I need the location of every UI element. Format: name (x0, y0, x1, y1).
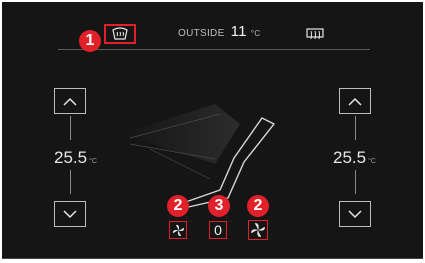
fan-icon (172, 224, 184, 236)
left-slider-line-bottom (70, 170, 71, 194)
rear-defrost-button[interactable] (304, 26, 326, 42)
callout-badge-fan-level: 3 (208, 195, 230, 217)
right-slider-line-bottom (355, 170, 356, 194)
right-temp-down-button[interactable] (339, 201, 371, 227)
right-temp-up-button[interactable] (339, 88, 371, 114)
callout-badge-right-fan: 2 (247, 195, 269, 217)
outside-value: 11 (230, 23, 247, 40)
left-temp-unit: °C (89, 158, 97, 165)
rear-defrost-icon (306, 28, 324, 40)
chevron-down-icon (63, 209, 77, 218)
right-slider-line-top (355, 116, 356, 140)
right-temp-unit: °C (368, 158, 376, 165)
callout-badge-front-defrost: 1 (79, 30, 101, 52)
top-bar: OUTSIDE 11 °C (58, 20, 370, 50)
chevron-up-icon (63, 97, 77, 106)
left-temp-value: 25.5 (54, 148, 88, 167)
fan-increase-button[interactable] (248, 220, 268, 240)
fan-icon (251, 223, 265, 237)
left-temperature: 25.5 °C (54, 148, 97, 168)
chevron-up-icon (348, 97, 362, 106)
outside-label: OUTSIDE (178, 28, 225, 39)
outside-unit: °C (250, 29, 261, 38)
front-defrost-icon (112, 27, 128, 40)
chevron-down-icon (348, 209, 362, 218)
climate-control-screen: OUTSIDE 11 °C 1 25.5 °C 25.5 °C 0 2 3 2 (2, 2, 423, 259)
header-divider (58, 49, 370, 50)
right-temperature: 25.5 °C (333, 148, 376, 168)
left-temp-up-button[interactable] (54, 88, 86, 114)
outside-temperature: OUTSIDE 11 °C (178, 23, 261, 40)
fan-decrease-button[interactable] (169, 221, 187, 239)
bottom-divider (2, 258, 423, 259)
callout-badge-left-fan: 2 (167, 195, 189, 217)
left-slider-line-top (70, 116, 71, 140)
front-defrost-button[interactable] (104, 24, 136, 44)
left-temp-down-button[interactable] (54, 201, 86, 227)
fan-level-display: 0 (209, 221, 227, 239)
right-temp-value: 25.5 (333, 148, 367, 167)
